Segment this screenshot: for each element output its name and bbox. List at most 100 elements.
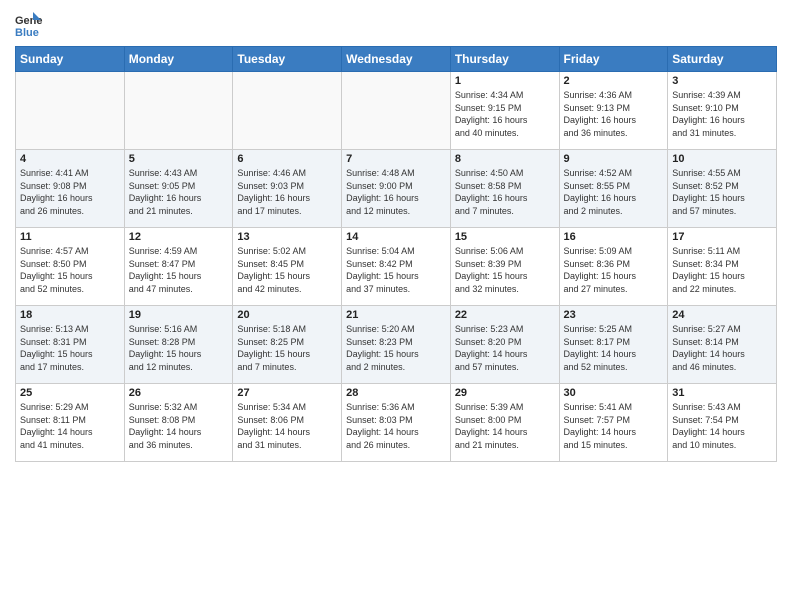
day-info: Sunrise: 5:13 AM Sunset: 8:31 PM Dayligh… [20,323,120,373]
day-number: 5 [129,153,229,165]
day-number: 6 [237,153,337,165]
calendar-cell: 7Sunrise: 4:48 AM Sunset: 9:00 PM Daylig… [342,150,451,228]
logo-icon: General Blue [15,10,43,38]
day-number: 31 [672,387,772,399]
day-info: Sunrise: 4:41 AM Sunset: 9:08 PM Dayligh… [20,167,120,217]
calendar-week-row: 1 Sunrise: 4:34 AM Sunset: 9:15 PM Daylig… [16,72,777,150]
calendar-cell: 16Sunrise: 5:09 AM Sunset: 8:36 PM Dayli… [559,228,668,306]
calendar-cell: 22 Sunrise: 5:23 AM Sunset: 8:20 PM Dayli… [450,306,559,384]
day-info: Sunrise: 4:48 AM Sunset: 9:00 PM Dayligh… [346,167,446,217]
day-info: Sunrise: 5:06 AM Sunset: 8:39 PM Dayligh… [455,245,555,295]
day-number: 11 [20,231,120,243]
day-number: 1 [455,75,555,87]
day-number: 4 [20,153,120,165]
calendar-cell: 4 Sunrise: 4:41 AM Sunset: 9:08 PM Daylig… [16,150,125,228]
day-info: Sunrise: 5:16 AM Sunset: 8:28 PM Dayligh… [129,323,229,373]
day-number: 2 [564,75,664,87]
svg-text:Blue: Blue [15,27,39,38]
day-info: Sunrise: 5:29 AM Sunset: 8:11 PM Dayligh… [20,401,120,451]
calendar-cell: 14 Sunrise: 5:04 AM Sunset: 8:42 PM Dayli… [342,228,451,306]
calendar-cell [124,72,233,150]
calendar-cell: 2 Sunrise: 4:36 AM Sunset: 9:13 PM Daylig… [559,72,668,150]
calendar-cell: 21 Sunrise: 5:20 AM Sunset: 8:23 PM Dayli… [342,306,451,384]
day-info: Sunrise: 4:59 AM Sunset: 8:47 PM Dayligh… [129,245,229,295]
day-number: 15 [455,231,555,243]
day-number: 19 [129,309,229,321]
calendar-header-sunday: Sunday [16,47,125,72]
calendar-header-monday: Monday [124,47,233,72]
day-info: Sunrise: 5:43 AM Sunset: 7:54 PM Dayligh… [672,401,772,451]
day-info: Sunrise: 5:18 AM Sunset: 8:25 PM Dayligh… [237,323,337,373]
day-number: 27 [237,387,337,399]
page-header: General Blue [15,10,777,38]
day-number: 3 [672,75,772,87]
day-info: Sunrise: 4:43 AM Sunset: 9:05 PM Dayligh… [129,167,229,217]
calendar-cell: 3 Sunrise: 4:39 AM Sunset: 9:10 PM Daylig… [668,72,777,150]
day-info: Sunrise: 5:39 AM Sunset: 8:00 PM Dayligh… [455,401,555,451]
day-info: Sunrise: 4:57 AM Sunset: 8:50 PM Dayligh… [20,245,120,295]
day-number: 29 [455,387,555,399]
day-number: 21 [346,309,446,321]
day-info: Sunrise: 5:41 AM Sunset: 7:57 PM Dayligh… [564,401,664,451]
day-number: 28 [346,387,446,399]
calendar-week-row: 11 Sunrise: 4:57 AM Sunset: 8:50 PM Dayli… [16,228,777,306]
calendar-table: SundayMondayTuesdayWednesdayThursdayFrid… [15,46,777,462]
calendar-cell: 12 Sunrise: 4:59 AM Sunset: 8:47 PM Dayli… [124,228,233,306]
day-number: 18 [20,309,120,321]
calendar-cell: 24 Sunrise: 5:27 AM Sunset: 8:14 PM Dayli… [668,306,777,384]
day-info: Sunrise: 5:25 AM Sunset: 8:17 PM Dayligh… [564,323,664,373]
day-info: Sunrise: 5:04 AM Sunset: 8:42 PM Dayligh… [346,245,446,295]
calendar-header-friday: Friday [559,47,668,72]
calendar-cell: 5 Sunrise: 4:43 AM Sunset: 9:05 PM Daylig… [124,150,233,228]
day-info: Sunrise: 4:36 AM Sunset: 9:13 PM Dayligh… [564,89,664,139]
day-info: Sunrise: 4:46 AM Sunset: 9:03 PM Dayligh… [237,167,337,217]
calendar-cell: 23Sunrise: 5:25 AM Sunset: 8:17 PM Dayli… [559,306,668,384]
calendar-week-row: 25 Sunrise: 5:29 AM Sunset: 8:11 PM Dayli… [16,384,777,462]
day-info: Sunrise: 5:02 AM Sunset: 8:45 PM Dayligh… [237,245,337,295]
day-number: 12 [129,231,229,243]
day-number: 24 [672,309,772,321]
calendar-cell: 26Sunrise: 5:32 AM Sunset: 8:08 PM Dayli… [124,384,233,462]
day-info: Sunrise: 5:11 AM Sunset: 8:34 PM Dayligh… [672,245,772,295]
day-number: 13 [237,231,337,243]
day-info: Sunrise: 5:20 AM Sunset: 8:23 PM Dayligh… [346,323,446,373]
day-number: 9 [564,153,664,165]
calendar-header-tuesday: Tuesday [233,47,342,72]
day-info: Sunrise: 4:39 AM Sunset: 9:10 PM Dayligh… [672,89,772,139]
calendar-cell [16,72,125,150]
day-info: Sunrise: 4:34 AM Sunset: 9:15 PM Dayligh… [455,89,555,139]
calendar-cell: 1 Sunrise: 4:34 AM Sunset: 9:15 PM Daylig… [450,72,559,150]
calendar-cell: 29 Sunrise: 5:39 AM Sunset: 8:00 PM Dayli… [450,384,559,462]
calendar-header-wednesday: Wednesday [342,47,451,72]
calendar-cell: 20 Sunrise: 5:18 AM Sunset: 8:25 PM Dayli… [233,306,342,384]
calendar-cell: 19 Sunrise: 5:16 AM Sunset: 8:28 PM Dayli… [124,306,233,384]
calendar-cell: 28Sunrise: 5:36 AM Sunset: 8:03 PM Dayli… [342,384,451,462]
calendar-header-row: SundayMondayTuesdayWednesdayThursdayFrid… [16,47,777,72]
calendar-week-row: 4 Sunrise: 4:41 AM Sunset: 9:08 PM Daylig… [16,150,777,228]
day-number: 17 [672,231,772,243]
calendar-cell: 30Sunrise: 5:41 AM Sunset: 7:57 PM Dayli… [559,384,668,462]
calendar-cell: 31 Sunrise: 5:43 AM Sunset: 7:54 PM Dayli… [668,384,777,462]
day-info: Sunrise: 5:27 AM Sunset: 8:14 PM Dayligh… [672,323,772,373]
day-number: 22 [455,309,555,321]
calendar-cell: 18 Sunrise: 5:13 AM Sunset: 8:31 PM Dayli… [16,306,125,384]
calendar-cell [233,72,342,150]
calendar-cell: 13 Sunrise: 5:02 AM Sunset: 8:45 PM Dayli… [233,228,342,306]
calendar-cell: 25 Sunrise: 5:29 AM Sunset: 8:11 PM Dayli… [16,384,125,462]
day-number: 20 [237,309,337,321]
day-info: Sunrise: 5:23 AM Sunset: 8:20 PM Dayligh… [455,323,555,373]
day-info: Sunrise: 4:52 AM Sunset: 8:55 PM Dayligh… [564,167,664,217]
day-number: 14 [346,231,446,243]
logo: General Blue [15,10,47,38]
calendar-cell: 11 Sunrise: 4:57 AM Sunset: 8:50 PM Dayli… [16,228,125,306]
svg-text:General: General [15,15,43,27]
calendar-header-thursday: Thursday [450,47,559,72]
calendar-cell: 10Sunrise: 4:55 AM Sunset: 8:52 PM Dayli… [668,150,777,228]
calendar-cell [342,72,451,150]
calendar-cell: 17 Sunrise: 5:11 AM Sunset: 8:34 PM Dayli… [668,228,777,306]
day-number: 26 [129,387,229,399]
calendar-cell: 15 Sunrise: 5:06 AM Sunset: 8:39 PM Dayli… [450,228,559,306]
day-number: 25 [20,387,120,399]
day-info: Sunrise: 4:50 AM Sunset: 8:58 PM Dayligh… [455,167,555,217]
calendar-week-row: 18 Sunrise: 5:13 AM Sunset: 8:31 PM Dayli… [16,306,777,384]
